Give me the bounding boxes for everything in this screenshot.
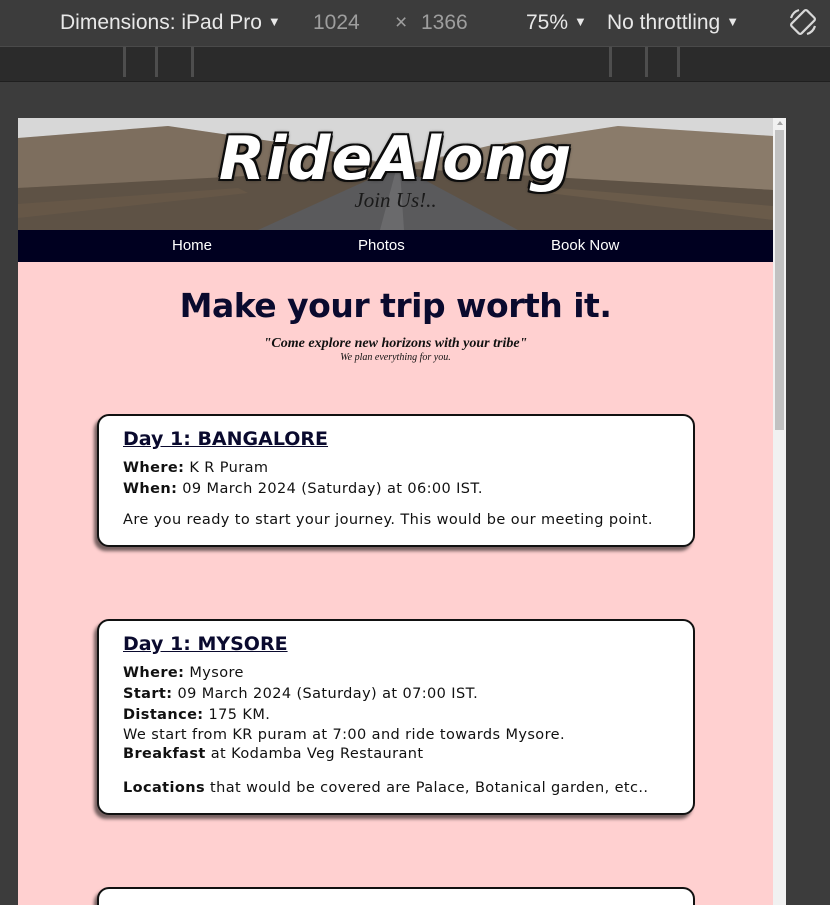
ruler-tick[interactable] xyxy=(645,47,648,77)
when-label: When: xyxy=(123,481,178,497)
times-icon: × xyxy=(395,11,408,34)
breakfast-label: Breakfast xyxy=(123,746,206,762)
nav-home-link[interactable]: Home xyxy=(172,237,212,254)
distance-label: Distance: xyxy=(123,707,204,723)
start-label: Start: xyxy=(123,686,173,702)
where-value: K R Puram xyxy=(189,460,269,476)
when-line: When: 09 March 2024 (Saturday) at 06:00 … xyxy=(123,479,669,500)
ruler-tick[interactable] xyxy=(191,47,194,77)
ruler-tick[interactable] xyxy=(677,47,680,77)
quote-text: "Come explore new horizons with your tri… xyxy=(263,336,528,351)
rotate-icon[interactable] xyxy=(787,6,819,38)
height-input[interactable]: 1366 xyxy=(421,11,468,35)
chevron-down-icon: ▼ xyxy=(574,14,587,29)
chevron-down-icon: ▼ xyxy=(726,14,740,29)
scroll-up-icon[interactable] xyxy=(777,121,783,125)
chevron-down-icon: ▼ xyxy=(267,14,281,29)
itinerary-card xyxy=(97,887,695,905)
device-toolbar: Dimensions: iPad Pro ▼ 1024 × 1366 75% ▼ N… xyxy=(0,0,830,47)
throttling-dropdown[interactable]: No throttling ▼ xyxy=(607,11,739,35)
ruler-tick[interactable] xyxy=(609,47,612,77)
where-label: Where: xyxy=(123,460,185,476)
throttling-label: No throttling xyxy=(607,11,721,34)
brand-tagline: Join Us!.. xyxy=(354,188,437,212)
ruler-tick[interactable] xyxy=(123,47,126,77)
dimensions-dropdown[interactable]: Dimensions: iPad Pro ▼ xyxy=(60,11,281,35)
subquote-text: We plan everything for you. xyxy=(340,352,451,363)
dimensions-label: Dimensions: iPad Pro xyxy=(60,11,262,34)
card-title: Day 1: MYSORE xyxy=(123,633,288,655)
brand-logo: RideAlong xyxy=(218,124,573,194)
ruler-tick[interactable] xyxy=(155,47,158,77)
start-line: Start: 09 March 2024 (Saturday) at 07:00… xyxy=(123,684,669,705)
breakfast-value: at Kodamba Veg Restaurant xyxy=(210,746,424,762)
locations-value: that would be covered are Palace, Botani… xyxy=(210,780,649,796)
start-value: 09 March 2024 (Saturday) at 07:00 IST. xyxy=(177,686,479,702)
width-input[interactable]: 1024 xyxy=(313,11,360,35)
web-page: RideAlong Join Us!.. Home Photos Book No… xyxy=(18,118,773,905)
locations-label: Locations xyxy=(123,780,205,796)
route-line: We start from KR puram at 7:00 and ride … xyxy=(123,727,565,743)
distance-value: 175 KM. xyxy=(208,707,271,723)
card-note: Are you ready to start your journey. Thi… xyxy=(123,512,653,528)
page-headline: Make your trip worth it. xyxy=(179,286,612,325)
breakfast-line: Breakfast at Kodamba Veg Restaurant xyxy=(123,745,669,764)
where-line: Where: Mysore xyxy=(123,663,669,684)
when-value: 09 March 2024 (Saturday) at 06:00 IST. xyxy=(182,481,483,497)
locations-line: Locations that would be covered are Pala… xyxy=(123,778,669,799)
page-scrollbar-thumb[interactable] xyxy=(775,130,784,430)
itinerary-card: Day 1: MYSORE Where: Mysore Start: 09 Ma… xyxy=(97,619,695,815)
hero-banner: RideAlong Join Us!.. xyxy=(18,118,773,230)
nav-photos-link[interactable]: Photos xyxy=(358,237,405,254)
itinerary-card: Day 1: BANGALORE Where: K R Puram When: … xyxy=(97,414,695,547)
main-nav: Home Photos Book Now xyxy=(18,230,773,262)
where-value: Mysore xyxy=(189,665,244,681)
media-query-ruler xyxy=(0,47,830,82)
nav-book-now-link[interactable]: Book Now xyxy=(551,237,619,254)
card-title: Day 1: BANGALORE xyxy=(123,428,329,450)
zoom-dropdown[interactable]: 75% ▼ xyxy=(526,11,587,35)
where-line: Where: K R Puram xyxy=(123,458,669,479)
zoom-label: 75% xyxy=(526,11,569,34)
where-label: Where: xyxy=(123,665,185,681)
distance-line: Distance: 175 KM. xyxy=(123,705,669,726)
